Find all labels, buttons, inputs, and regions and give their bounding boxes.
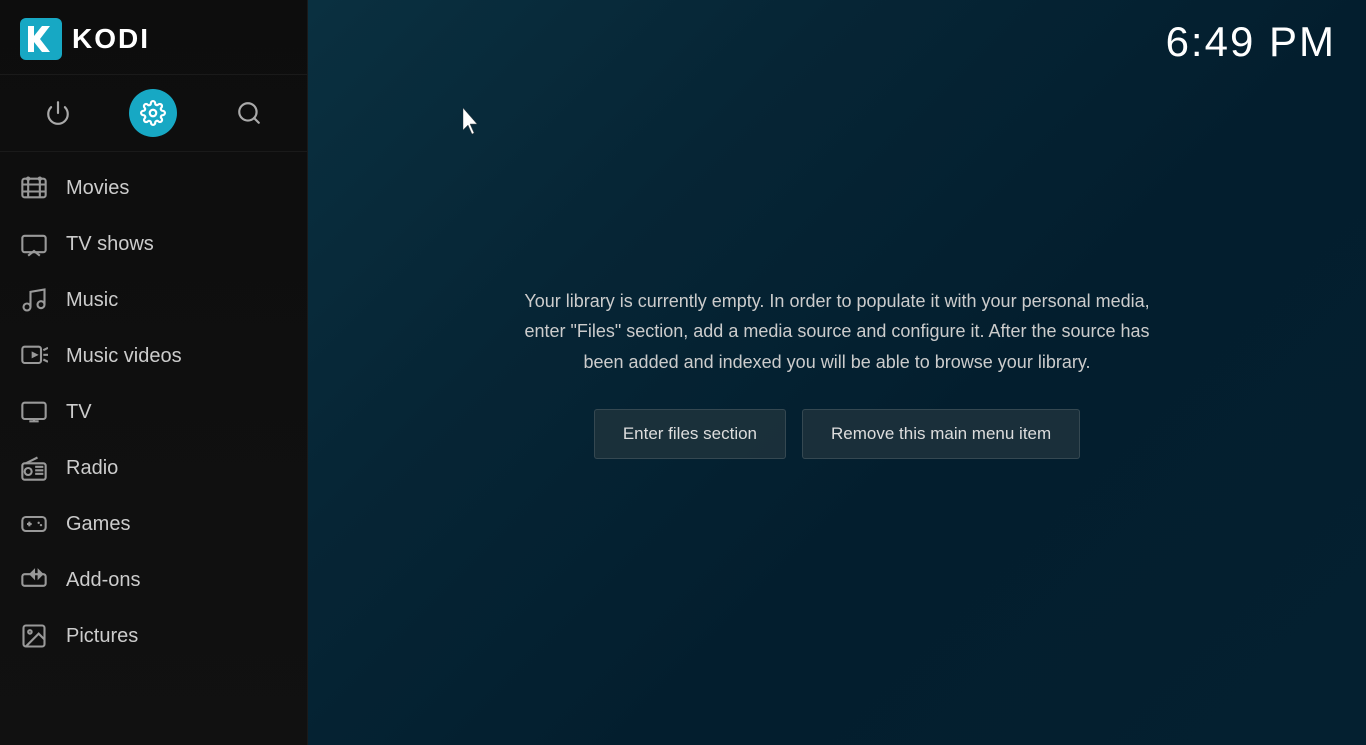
sidebar-item-games[interactable]: Games xyxy=(0,496,307,552)
search-icon xyxy=(236,100,262,126)
sidebar-item-radio[interactable]: Radio xyxy=(0,440,307,496)
movies-label: Movies xyxy=(66,177,129,200)
radio-label: Radio xyxy=(66,457,118,480)
enter-files-button[interactable]: Enter files section xyxy=(594,409,786,459)
power-button[interactable] xyxy=(34,89,82,137)
library-empty-box: Your library is currently empty. In orde… xyxy=(487,266,1187,480)
addons-label: Add-ons xyxy=(66,569,141,592)
main-content: 6:49 PM Your library is currently empty.… xyxy=(308,0,1366,745)
sidebar: KODI xyxy=(0,0,308,745)
music-icon xyxy=(20,286,48,314)
tv-shows-label: TV shows xyxy=(66,233,154,256)
sidebar-item-tv-shows[interactable]: TV shows xyxy=(0,216,307,272)
addons-icon xyxy=(20,566,48,594)
nav-menu: Movies TV shows Music xyxy=(0,152,307,745)
pictures-label: Pictures xyxy=(66,625,138,648)
sidebar-item-add-ons[interactable]: Add-ons xyxy=(0,552,307,608)
tv-icon xyxy=(20,398,48,426)
movies-icon xyxy=(20,174,48,202)
sidebar-item-music[interactable]: Music xyxy=(0,272,307,328)
music-label: Music xyxy=(66,289,118,312)
music-videos-icon xyxy=(20,342,48,370)
tv-label: TV xyxy=(66,401,92,424)
remove-menu-item-button[interactable]: Remove this main menu item xyxy=(802,409,1080,459)
time-display: 6:49 PM xyxy=(1166,18,1336,66)
music-videos-label: Music videos xyxy=(66,345,182,368)
cursor xyxy=(463,108,487,143)
sidebar-icon-bar xyxy=(0,75,307,152)
games-label: Games xyxy=(66,513,130,536)
sidebar-header: KODI xyxy=(0,0,307,75)
app-title: KODI xyxy=(72,23,150,55)
sidebar-item-music-videos[interactable]: Music videos xyxy=(0,328,307,384)
games-icon xyxy=(20,510,48,538)
settings-button[interactable] xyxy=(129,89,177,137)
library-message: Your library is currently empty. In orde… xyxy=(507,286,1167,378)
kodi-logo-icon xyxy=(20,18,62,60)
radio-icon xyxy=(20,454,48,482)
search-button[interactable] xyxy=(225,89,273,137)
sidebar-item-tv[interactable]: TV xyxy=(0,384,307,440)
sidebar-item-movies[interactable]: Movies xyxy=(0,160,307,216)
power-icon xyxy=(45,100,71,126)
pictures-icon xyxy=(20,622,48,650)
settings-icon xyxy=(140,100,166,126)
tv-shows-icon xyxy=(20,230,48,258)
action-buttons: Enter files section Remove this main men… xyxy=(594,409,1080,459)
sidebar-item-pictures[interactable]: Pictures xyxy=(0,608,307,664)
